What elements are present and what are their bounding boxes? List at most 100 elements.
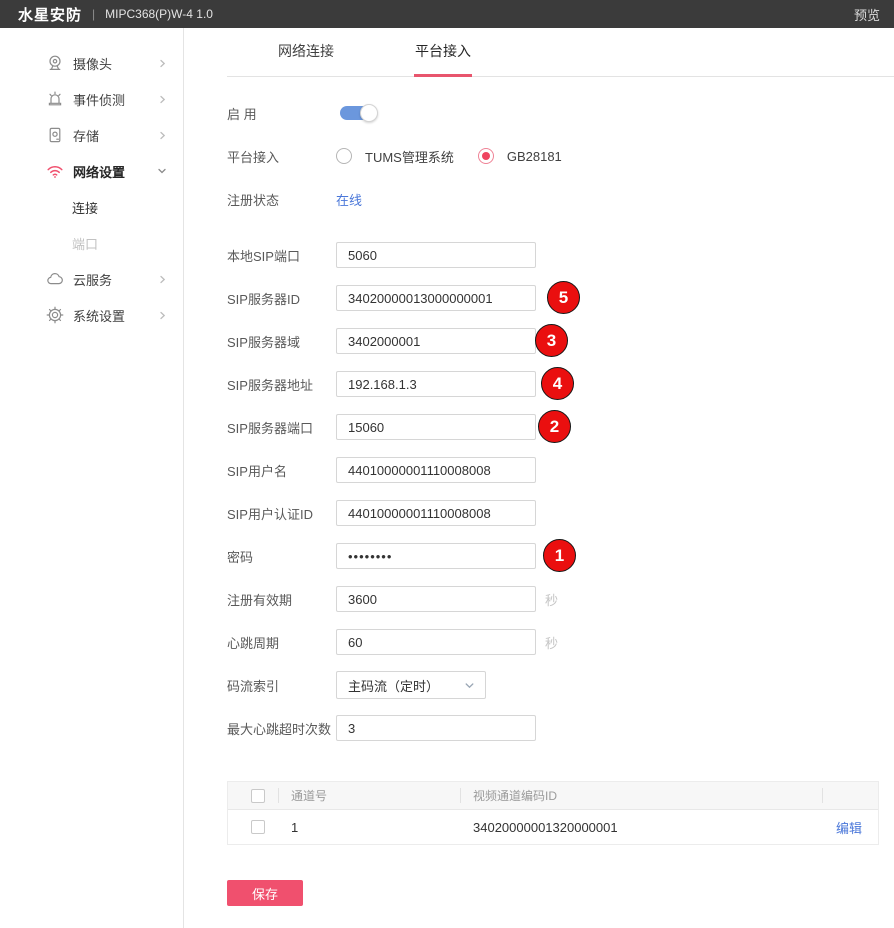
preview-link[interactable]: 预览: [854, 5, 880, 24]
sidebar-item-network-settings[interactable]: 网络设置: [0, 153, 183, 189]
sidebar-item-event-detection[interactable]: 事件侦测: [0, 81, 183, 117]
annotation-badge-1: 1: [543, 539, 576, 572]
platform-access-panel: 启 用 平台接入 TUMS管理系统 GB28181 注册状态: [184, 77, 894, 906]
camera-icon: [46, 54, 64, 72]
action-cell: 编辑: [822, 810, 878, 844]
field-label: SIP用户认证ID: [227, 504, 336, 523]
field-label: 密码: [227, 547, 336, 566]
enable-row: 启 用: [227, 100, 894, 126]
form-field-row: SIP服务器地址4: [227, 371, 894, 397]
text-input[interactable]: [336, 285, 536, 311]
text-input[interactable]: [336, 715, 536, 741]
radio-checked-icon: [478, 148, 494, 164]
form-field-row: 最大心跳超时次数: [227, 715, 894, 741]
cloud-icon: [46, 270, 64, 288]
edit-link[interactable]: 编辑: [836, 818, 862, 837]
brand-logo: 水星安防: [18, 4, 82, 25]
stream-index-row: 码流索引主码流（定时）: [227, 672, 894, 698]
sidebar-item-label: 系统设置: [73, 306, 158, 325]
sidebar-subitem-port[interactable]: 端口: [0, 225, 183, 261]
enable-toggle[interactable]: [340, 106, 374, 120]
annotation-badge-2: 2: [538, 410, 571, 443]
table-header-row: 通道号 视频通道编码ID: [228, 782, 878, 810]
table-row: 134020000001320000001 编辑: [228, 810, 878, 844]
text-input[interactable]: [336, 586, 536, 612]
chevron-down-icon: [157, 166, 167, 176]
alarm-icon: [46, 90, 64, 108]
radio-gb28181[interactable]: GB28181: [478, 148, 562, 164]
chevron-right-icon: [158, 311, 167, 320]
form-field-row: 心跳周期秒: [227, 629, 894, 655]
field-label: SIP服务器ID: [227, 289, 336, 308]
field-label: SIP服务器域: [227, 332, 336, 351]
register-status-value: 在线: [336, 190, 362, 209]
topbar-divider: |: [92, 7, 95, 21]
sidebar-item-cloud-service[interactable]: 云服务: [0, 261, 183, 297]
platform-type-label: 平台接入: [227, 147, 336, 166]
field-label: 本地SIP端口: [227, 246, 336, 265]
platform-type-row: 平台接入 TUMS管理系统 GB28181: [227, 143, 894, 169]
password-input[interactable]: [336, 543, 536, 569]
text-input[interactable]: [336, 500, 536, 526]
sidebar-item-system-settings[interactable]: 系统设置: [0, 297, 183, 333]
tab-network-connection[interactable]: 网络连接: [278, 41, 334, 77]
topbar: 水星安防 | MIPC368(P)W-4 1.0 预览: [0, 0, 894, 28]
text-input[interactable]: [336, 328, 536, 354]
layout: 摄像头事件侦测存储网络设置连接端口云服务系统设置 网络连接 平台接入 启 用 平…: [0, 28, 894, 928]
radio-label-gb28181: GB28181: [507, 149, 562, 164]
device-model: MIPC368(P)W-4 1.0: [105, 7, 213, 21]
gear-icon: [46, 306, 64, 324]
radio-tums[interactable]: TUMS管理系统: [336, 147, 454, 166]
row-checkbox[interactable]: [251, 820, 265, 834]
encode-id-cell: 34020000001320000001: [460, 810, 822, 844]
field-label: 心跳周期: [227, 633, 336, 652]
form-field-row: 密码1: [227, 543, 894, 569]
channel-cell: 1: [278, 810, 460, 844]
field-label: 码流索引: [227, 676, 336, 695]
form-field-row: SIP服务器端口2: [227, 414, 894, 440]
toggle-knob: [360, 104, 378, 122]
sidebar-item-label: 摄像头: [73, 54, 158, 73]
channel-table: 通道号 视频通道编码ID 134020000001320000001 编辑: [227, 781, 879, 845]
sidebar-item-label: 事件侦测: [73, 90, 158, 109]
radio-label-tums: TUMS管理系统: [365, 147, 454, 166]
sidebar-item-label: 存储: [73, 126, 158, 145]
stream-index-select[interactable]: 主码流（定时）: [336, 671, 486, 699]
form-field-row: SIP服务器ID5: [227, 285, 894, 311]
chevron-right-icon: [158, 131, 167, 140]
chevron-right-icon: [158, 59, 167, 68]
sidebar-item-storage[interactable]: 存储: [0, 117, 183, 153]
text-input[interactable]: [336, 457, 536, 483]
tab-platform-access[interactable]: 平台接入: [415, 41, 471, 77]
tabbar: 网络连接 平台接入: [184, 28, 894, 77]
text-input[interactable]: [336, 414, 536, 440]
header-encode-id: 视频通道编码ID: [460, 782, 822, 809]
annotation-badge-5: 5: [547, 281, 580, 314]
field-label: SIP用户名: [227, 461, 336, 480]
text-input[interactable]: [336, 629, 536, 655]
row-checkbox-cell: [228, 810, 278, 844]
form-field-row: SIP用户名: [227, 457, 894, 483]
sidebar: 摄像头事件侦测存储网络设置连接端口云服务系统设置: [0, 28, 184, 928]
sip-fields: 本地SIP端口SIP服务器ID5SIP服务器域3SIP服务器地址4SIP服务器端…: [227, 242, 894, 741]
save-button[interactable]: 保存: [227, 880, 303, 906]
chevron-down-icon: [464, 680, 475, 691]
sidebar-subitem-connection[interactable]: 连接: [0, 189, 183, 225]
sidebar-item-camera[interactable]: 摄像头: [0, 45, 183, 81]
header-channel: 通道号: [278, 782, 460, 809]
radio-unchecked-icon: [336, 148, 352, 164]
enable-label: 启 用: [227, 104, 336, 123]
text-input[interactable]: [336, 371, 536, 397]
sidebar-nav: 摄像头事件侦测存储网络设置连接端口云服务系统设置: [0, 45, 183, 333]
register-status-label: 注册状态: [227, 190, 336, 209]
field-label: 最大心跳超时次数: [227, 719, 336, 738]
form-field-row: SIP用户认证ID: [227, 500, 894, 526]
field-label: SIP服务器地址: [227, 375, 336, 394]
unit-suffix: 秒: [545, 590, 558, 609]
main-content: 网络连接 平台接入 启 用 平台接入 TUMS管理系统 GB28181: [184, 28, 894, 928]
select-all-checkbox[interactable]: [251, 789, 265, 803]
text-input[interactable]: [336, 242, 536, 268]
form-field-row: 注册有效期秒: [227, 586, 894, 612]
table-body: 134020000001320000001 编辑: [228, 810, 878, 844]
sidebar-item-label: 网络设置: [73, 162, 157, 181]
